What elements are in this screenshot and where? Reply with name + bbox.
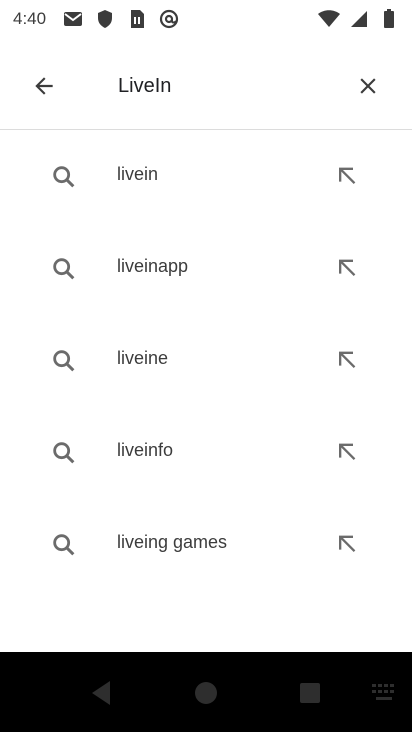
suggestion-label: liveinfo <box>117 440 174 460</box>
search-icon <box>53 258 75 280</box>
home-circle-icon <box>195 682 217 704</box>
suggestion-label: liveing games <box>117 532 228 552</box>
suggestion-item[interactable]: liveing games <box>0 498 412 590</box>
suggestion-item[interactable]: liveinfo <box>0 406 412 498</box>
gmail-icon <box>62 8 84 30</box>
status-bar: 4:40 <box>0 0 412 40</box>
recents-square-icon <box>300 683 320 703</box>
clear-search-button[interactable] <box>344 62 392 110</box>
fill-query-arrow-icon[interactable] <box>332 439 360 467</box>
search-icon <box>53 350 75 372</box>
search-bar <box>0 40 412 130</box>
system-icons <box>318 8 400 30</box>
suggestion-label: liveinapp <box>117 256 189 276</box>
suggestion-item[interactable]: liveinapp <box>0 222 412 314</box>
nav-back-button[interactable] <box>84 676 118 710</box>
fill-query-arrow-icon[interactable] <box>332 163 360 191</box>
search-input[interactable] <box>118 70 338 102</box>
shield-icon <box>94 8 116 30</box>
nav-recents-button[interactable] <box>293 676 327 710</box>
keyboard-icon <box>372 684 394 700</box>
wifi-icon <box>318 8 340 30</box>
back-triangle-icon <box>92 681 110 705</box>
search-icon <box>53 442 75 464</box>
status-time: 4:40 <box>13 9 47 28</box>
fill-query-arrow-icon[interactable] <box>332 255 360 283</box>
at-sign-icon <box>158 8 180 30</box>
search-icon <box>53 166 75 188</box>
back-button[interactable] <box>20 62 68 110</box>
suggestion-label: livein <box>117 164 159 184</box>
arrow-back-icon <box>35 77 53 95</box>
search-icon <box>53 534 75 556</box>
close-icon <box>360 78 376 94</box>
suggestion-list: livein liveinapp liveine liveinfo livein… <box>0 130 412 590</box>
nav-keyboard-button[interactable] <box>368 676 402 710</box>
cellular-signal-icon <box>348 8 370 30</box>
fill-query-arrow-icon[interactable] <box>332 347 360 375</box>
suggestion-item[interactable]: livein <box>0 130 412 222</box>
notification-icons <box>62 8 180 30</box>
suggestion-label: liveine <box>117 348 169 368</box>
suggestion-item[interactable]: liveine <box>0 314 412 406</box>
battery-icon <box>378 8 400 30</box>
sim-card-icon <box>126 8 148 30</box>
system-navigation-bar <box>0 652 412 732</box>
nav-home-button[interactable] <box>189 676 223 710</box>
fill-query-arrow-icon[interactable] <box>332 531 360 559</box>
